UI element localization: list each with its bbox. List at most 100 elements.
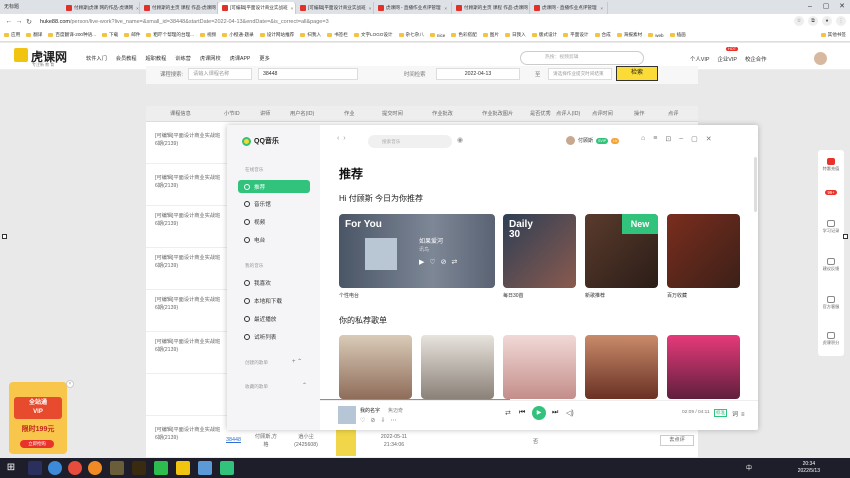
resize-handle[interactable] (843, 234, 848, 239)
end-date-input[interactable]: 请选择作业提交时间结束 (548, 68, 612, 80)
nav-item[interactable]: 软件入门 (86, 55, 107, 62)
volume-icon[interactable]: ◁) (566, 409, 574, 417)
sidebar-recharge[interactable]: 特惠充值 (821, 158, 841, 171)
side-item-queue[interactable]: 试听列表 (238, 330, 310, 343)
qq-username[interactable]: 付顾斯 (578, 137, 593, 144)
bookmark[interactable]: 平面设计 (563, 32, 589, 38)
nav-item[interactable]: 虎课APP (230, 55, 251, 62)
next-icon[interactable]: ⏭ (552, 409, 558, 417)
side-item-music-hall[interactable]: 音乐馆 (238, 197, 310, 210)
homework-thumbnail[interactable] (336, 428, 356, 456)
browser-tab-6[interactable]: 付顾斯的主页 课程 作品-虎课网× (452, 2, 530, 14)
browser-tab-3[interactable]: [可编辑]平面设计商业实战班 × (218, 2, 296, 14)
playlist-cover[interactable] (339, 335, 412, 399)
playlist-cover[interactable] (667, 335, 740, 399)
app-taskbar-icon[interactable] (198, 461, 212, 475)
folder-taskbar-icon[interactable] (110, 461, 124, 475)
bookmark[interactable]: 粗吓个帮理的台理... (146, 32, 194, 38)
app-taskbar-icon[interactable] (176, 461, 190, 475)
bookmark[interactable]: 设计网站推荐 (259, 32, 294, 38)
card-daily30[interactable]: Daily 30 (503, 214, 576, 288)
bookmark[interactable]: 小橙通-题录 (222, 32, 254, 38)
collapse-icon[interactable]: ⌃ (302, 382, 307, 389)
lyric-playlist-icons[interactable]: 词≡ (732, 409, 748, 418)
play-button[interactable]: ▶ (532, 406, 546, 420)
side-item-recent[interactable]: 最近播放 (238, 312, 310, 325)
side-item-liked[interactable]: 我喜欢 (238, 276, 310, 289)
wechat-taskbar-icon[interactable] (154, 461, 168, 475)
start-date-input[interactable]: 2022-04-13 (436, 68, 520, 80)
close-icon[interactable]: ✕ (706, 135, 712, 143)
school-link[interactable]: 校企合作 (745, 55, 767, 63)
browser-tab-2[interactable]: 付顾斯的主页 课程 作品-虎课网× (140, 2, 218, 14)
ad-close-icon[interactable]: × (66, 380, 74, 388)
side-item-recommend[interactable]: 推荐 (238, 180, 310, 193)
song-action-icons[interactable]: ♡⊘⇩⋯ (360, 417, 401, 424)
ad-buy-button[interactable]: 立即抢购 (20, 440, 54, 448)
app-taskbar-icon[interactable] (88, 461, 102, 475)
app-taskbar-icon[interactable] (68, 461, 82, 475)
minimize-icon[interactable]: – (679, 135, 683, 143)
bookmark[interactable]: 其他书签 (820, 32, 850, 38)
bookmark[interactable]: 合成 (594, 32, 611, 38)
browser-tab-4[interactable]: [可编辑]平面设计商业实战班 × (296, 2, 374, 14)
playlist-cover[interactable] (503, 335, 576, 399)
maximize-icon[interactable]: ▢ (691, 135, 698, 143)
qq-search-input[interactable]: 搜索音乐 (368, 135, 452, 148)
ai-taskbar-icon[interactable] (132, 461, 146, 475)
quality-badge[interactable]: 标准 (714, 409, 728, 417)
menu-icon[interactable]: ⋮ (836, 16, 846, 26)
extension-icon[interactable]: ⧉ (808, 16, 818, 26)
search-button[interactable]: 检索 (616, 66, 658, 81)
browser-tab-5[interactable]: 虎课网 - 直播作业点评管理 × (374, 2, 452, 14)
sidebar-feedback[interactable]: 建议反馈 (821, 258, 841, 271)
tiger-logo-icon[interactable] (14, 48, 28, 62)
card-million-fav[interactable] (667, 214, 740, 288)
nav-item[interactable]: 更多 (259, 55, 269, 62)
browser-taskbar-icon[interactable] (48, 461, 62, 475)
playlist-cover[interactable] (421, 335, 494, 399)
card-new-songs[interactable]: New (585, 214, 658, 288)
forward-icon[interactable]: → (14, 18, 24, 25)
start-icon[interactable]: ⊞ (4, 461, 18, 475)
url-field[interactable]: huke88.com/person/live-work?live_name=&s… (40, 19, 329, 25)
sidebar-points[interactable]: 虎课积分 (821, 332, 841, 345)
vip-link[interactable]: 个人VIP (690, 55, 709, 63)
bookmark[interactable]: 下载 (102, 32, 118, 38)
profile-icon[interactable]: ● (822, 16, 832, 26)
skin-icon[interactable]: ⌂ (641, 135, 645, 143)
row-section-id-link[interactable]: 38448 (226, 437, 241, 443)
bookmark[interactable]: 视频 (200, 32, 216, 38)
nav-item[interactable]: 超职教程 (146, 55, 167, 62)
add-playlist-icon[interactable]: + ⌃ (292, 358, 302, 365)
minimize-icon[interactable]: – (802, 0, 818, 14)
qq-user-area[interactable]: 付顾斯 SVIP LV (566, 136, 620, 145)
browser-tab-1[interactable]: 付顾斯|虎课 网的作品-虎课网 × (62, 2, 140, 14)
review-button[interactable]: 去点评 (660, 435, 694, 446)
resize-handle[interactable] (2, 234, 7, 239)
taskbar-clock[interactable]: 20:34 2022/5/13 (798, 461, 820, 475)
section-id-input[interactable]: 38448 (258, 68, 358, 80)
site-search-input[interactable]: 热搜：视频剪辑 (520, 51, 644, 65)
radio-control-icons[interactable]: ▶♡⊘⇄ (419, 258, 462, 266)
bookmark[interactable]: 插画 (669, 32, 686, 38)
sidebar-service[interactable]: 官方客服 (821, 296, 841, 309)
card-for-you[interactable]: For You 如果爱河 讯鸟 ▶♡⊘⇄ (339, 214, 495, 288)
qq-avatar[interactable] (566, 136, 575, 145)
back-icon[interactable]: ← (4, 18, 14, 25)
enterprise-vip-link[interactable]: 企业VIP (717, 55, 736, 63)
side-item-radio[interactable]: 电台 (238, 233, 310, 246)
course-search-input[interactable]: 请输入课程名称 (188, 68, 252, 80)
close-window-icon[interactable]: ✕ (834, 0, 850, 14)
maximize-icon[interactable]: ▢ (818, 0, 834, 14)
mini-mode-icon[interactable]: ⊡ (665, 135, 671, 143)
bookmark[interactable]: web (648, 33, 664, 38)
ps-taskbar-icon[interactable] (28, 461, 42, 475)
bookmark[interactable]: 杂七杂八 (398, 32, 424, 38)
nav-item[interactable]: 会员教程 (116, 55, 137, 62)
bookmark[interactable]: 文字LOGO设计 (353, 32, 393, 38)
bookmark[interactable]: 翻译 (26, 32, 42, 38)
bookmark[interactable]: 应用 (4, 32, 20, 38)
bookmark[interactable]: nice (429, 33, 445, 38)
voice-search-icon[interactable]: ◉ (457, 136, 463, 144)
